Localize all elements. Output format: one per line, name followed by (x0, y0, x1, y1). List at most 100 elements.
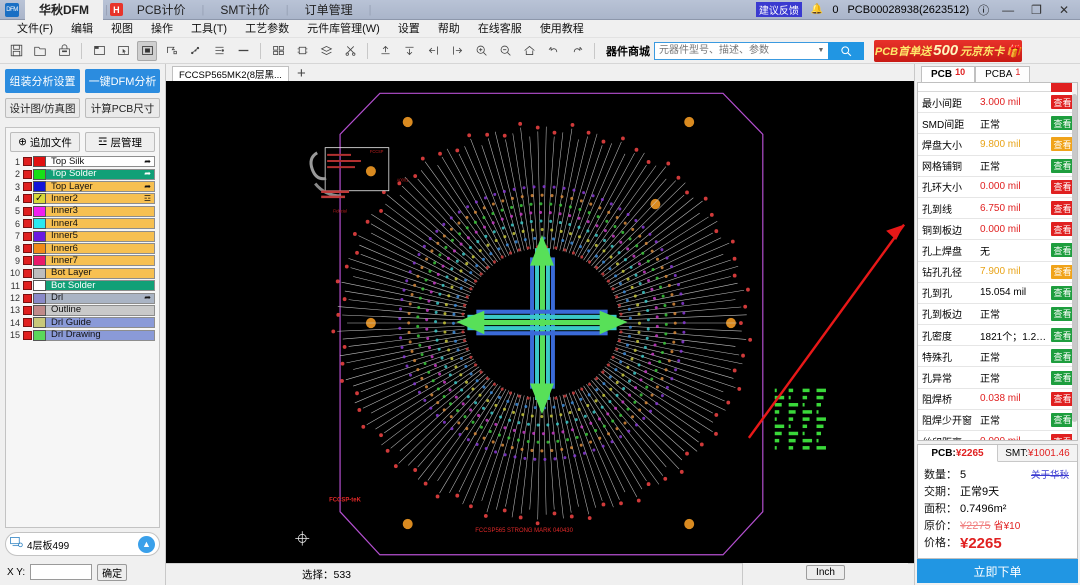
layer-visibility-toggle[interactable] (23, 170, 32, 179)
dfm-view-button[interactable]: 查看 (1051, 222, 1074, 236)
calc-pcb-size-button[interactable]: 计算PCB尺寸 (85, 98, 160, 118)
menu-item-view[interactable]: 视图 (102, 20, 142, 38)
layer-row[interactable]: 14Drl Guide (10, 317, 155, 329)
price-tab-pcb[interactable]: PCB: ¥2265 (918, 445, 998, 462)
dfm-row[interactable]: 孔异常正常查看 (918, 367, 1077, 388)
add-file-button[interactable]: ⊕ 追加文件 (10, 132, 80, 152)
layer-visibility-toggle[interactable] (23, 244, 32, 253)
dfm-row[interactable]: 孔到线6.750 mil查看 (918, 198, 1077, 219)
dfm-row[interactable]: 最小间距3.000 mil查看 (918, 92, 1077, 113)
cut-icon[interactable] (340, 41, 360, 61)
menu-item-file[interactable]: 文件(F) (8, 20, 62, 38)
dfm-row[interactable]: 阻焊桥0.038 mil查看 (918, 389, 1077, 410)
layer-color-swatch[interactable] (33, 231, 46, 242)
titlebar-tab-order-manage[interactable]: 订单管理 (291, 0, 367, 20)
menu-item-tools[interactable]: 工具(T) (182, 20, 236, 38)
dfm-view-button[interactable]: 查看 (1051, 265, 1074, 279)
layer-end-icon[interactable]: ➦ (144, 169, 151, 179)
tab-pcba[interactable]: PCBA 1 (975, 66, 1030, 82)
layer-row[interactable]: 7Inner5 (10, 230, 155, 242)
menu-item-process[interactable]: 工艺参数 (236, 20, 298, 38)
layer-end-icon[interactable]: ☲ (144, 194, 151, 204)
dfm-view-button[interactable]: 查看 (1051, 180, 1074, 194)
dfm-row[interactable]: 孔到孔15.054 mil查看 (918, 283, 1077, 304)
layer-list[interactable]: 1Top Silk➦2Top Solder➦3Top Layer➦4✓Inner… (10, 156, 155, 523)
node-select-icon[interactable] (185, 41, 205, 61)
rect-select-icon[interactable] (89, 41, 109, 61)
zoom-in-icon[interactable] (471, 41, 491, 61)
layer-color-swatch[interactable] (33, 330, 46, 341)
layer-end-icon[interactable]: ➦ (144, 182, 151, 192)
layer-color-swatch[interactable] (33, 218, 46, 229)
layer-visibility-toggle[interactable] (23, 306, 32, 315)
one-click-dfm-button[interactable]: 一键DFM分析 (85, 69, 160, 93)
dfm-scrollbar[interactable] (1072, 83, 1077, 440)
lock-icon[interactable] (54, 41, 74, 61)
document-tab[interactable]: FCCSP565MK2(8层黑... (172, 66, 289, 81)
search-input[interactable] (654, 42, 814, 60)
menu-item-operate[interactable]: 操作 (142, 20, 182, 38)
layer-visibility-toggle[interactable] (23, 331, 32, 340)
pcb-canvas[interactable]: FCCSP A0001 Fiducial FCCSP-teK FCCSP565 … (166, 81, 914, 563)
layer-row[interactable]: 10Bot Layer (10, 268, 155, 280)
dfm-view-button[interactable]: 查看 (1051, 95, 1074, 109)
open-folder-icon[interactable] (30, 41, 50, 61)
feedback-button[interactable]: 建议反馈 (756, 2, 802, 17)
polygon-select-icon[interactable] (161, 41, 181, 61)
dfm-row[interactable]: 孔上焊盘无查看 (918, 240, 1077, 261)
titlebar-tab-pcb-price[interactable]: PCB计价 (123, 0, 200, 20)
layer-color-swatch[interactable] (33, 305, 46, 316)
layer-name[interactable]: Inner5 (46, 231, 155, 242)
menu-item-library[interactable]: 元件库管理(W) (298, 20, 389, 38)
layer-color-swatch[interactable] (33, 243, 46, 254)
titlebar-tab-dfm[interactable]: 华秋DFM (25, 0, 103, 20)
layer-visibility-toggle[interactable] (23, 219, 32, 228)
dfm-view-button[interactable]: 查看 (1051, 116, 1074, 130)
line-icon[interactable] (233, 41, 253, 61)
layer-row[interactable]: 12Drl➦ (10, 292, 155, 304)
redo-icon[interactable] (567, 41, 587, 61)
layer-row[interactable]: 13Outline (10, 305, 155, 317)
board-summary-bar[interactable]: 4层板499 ▲ (5, 532, 160, 556)
layer-visibility-toggle[interactable] (23, 294, 32, 303)
layer-row[interactable]: 8Inner6 (10, 243, 155, 255)
dfm-row[interactable]: 钻孔孔径7.900 mil查看 (918, 262, 1077, 283)
layer-row[interactable]: 2Top Solder➦ (10, 168, 155, 180)
layer-visibility-toggle[interactable] (23, 157, 32, 166)
layer-color-swatch[interactable] (33, 181, 46, 192)
promo-banner[interactable]: PCB首单送 500 元京东卡 🎁 (874, 40, 1022, 62)
dfm-view-button[interactable]: 查看 (1051, 413, 1074, 427)
layer-visibility-toggle[interactable] (23, 269, 32, 278)
layer-name[interactable]: Drl Guide (46, 317, 155, 328)
xy-confirm-button[interactable]: 确定 (97, 564, 127, 581)
layer-name[interactable]: Top Silk➦ (46, 156, 155, 167)
layer-visibility-toggle[interactable] (23, 182, 32, 191)
panel-icon[interactable] (268, 41, 288, 61)
align-right-icon[interactable] (447, 41, 467, 61)
layer-visibility-toggle[interactable] (23, 194, 32, 203)
price-tab-smt[interactable]: SMT: ¥1001.46 (998, 445, 1077, 462)
layer-name[interactable]: Top Solder➦ (46, 169, 155, 180)
layer-name[interactable]: Outline (46, 305, 155, 316)
dfm-row[interactable]: 网格铺铜正常查看 (918, 156, 1077, 177)
tab-pcb[interactable]: PCB 10 (921, 66, 975, 82)
layer-end-icon[interactable]: ➦ (144, 157, 151, 167)
layer-visibility-toggle[interactable] (23, 281, 32, 290)
layer-stack-icon[interactable] (316, 41, 336, 61)
layer-row[interactable]: 3Top Layer➦ (10, 181, 155, 193)
unit-toggle-button[interactable]: Inch (806, 565, 845, 580)
layer-color-swatch[interactable]: ✓ (33, 193, 46, 204)
layer-name[interactable]: Bot Solder (46, 280, 155, 291)
menu-item-edit[interactable]: 编辑 (62, 20, 102, 38)
layer-color-swatch[interactable] (33, 280, 46, 291)
layer-row[interactable]: 11Bot Solder (10, 280, 155, 292)
dfm-view-button[interactable]: 查看 (1051, 159, 1074, 173)
minimize-button[interactable]: — (998, 3, 1018, 17)
dfm-row[interactable]: 阻焊少开窗正常查看 (918, 410, 1077, 431)
add-document-tab-button[interactable]: + (289, 67, 314, 81)
dfm-view-button[interactable]: 查看 (1051, 307, 1074, 321)
dfm-row[interactable]: 特殊孔正常查看 (918, 346, 1077, 367)
menu-item-settings[interactable]: 设置 (389, 20, 429, 38)
layer-name[interactable]: Inner7 (46, 255, 155, 266)
undo-icon[interactable] (543, 41, 563, 61)
